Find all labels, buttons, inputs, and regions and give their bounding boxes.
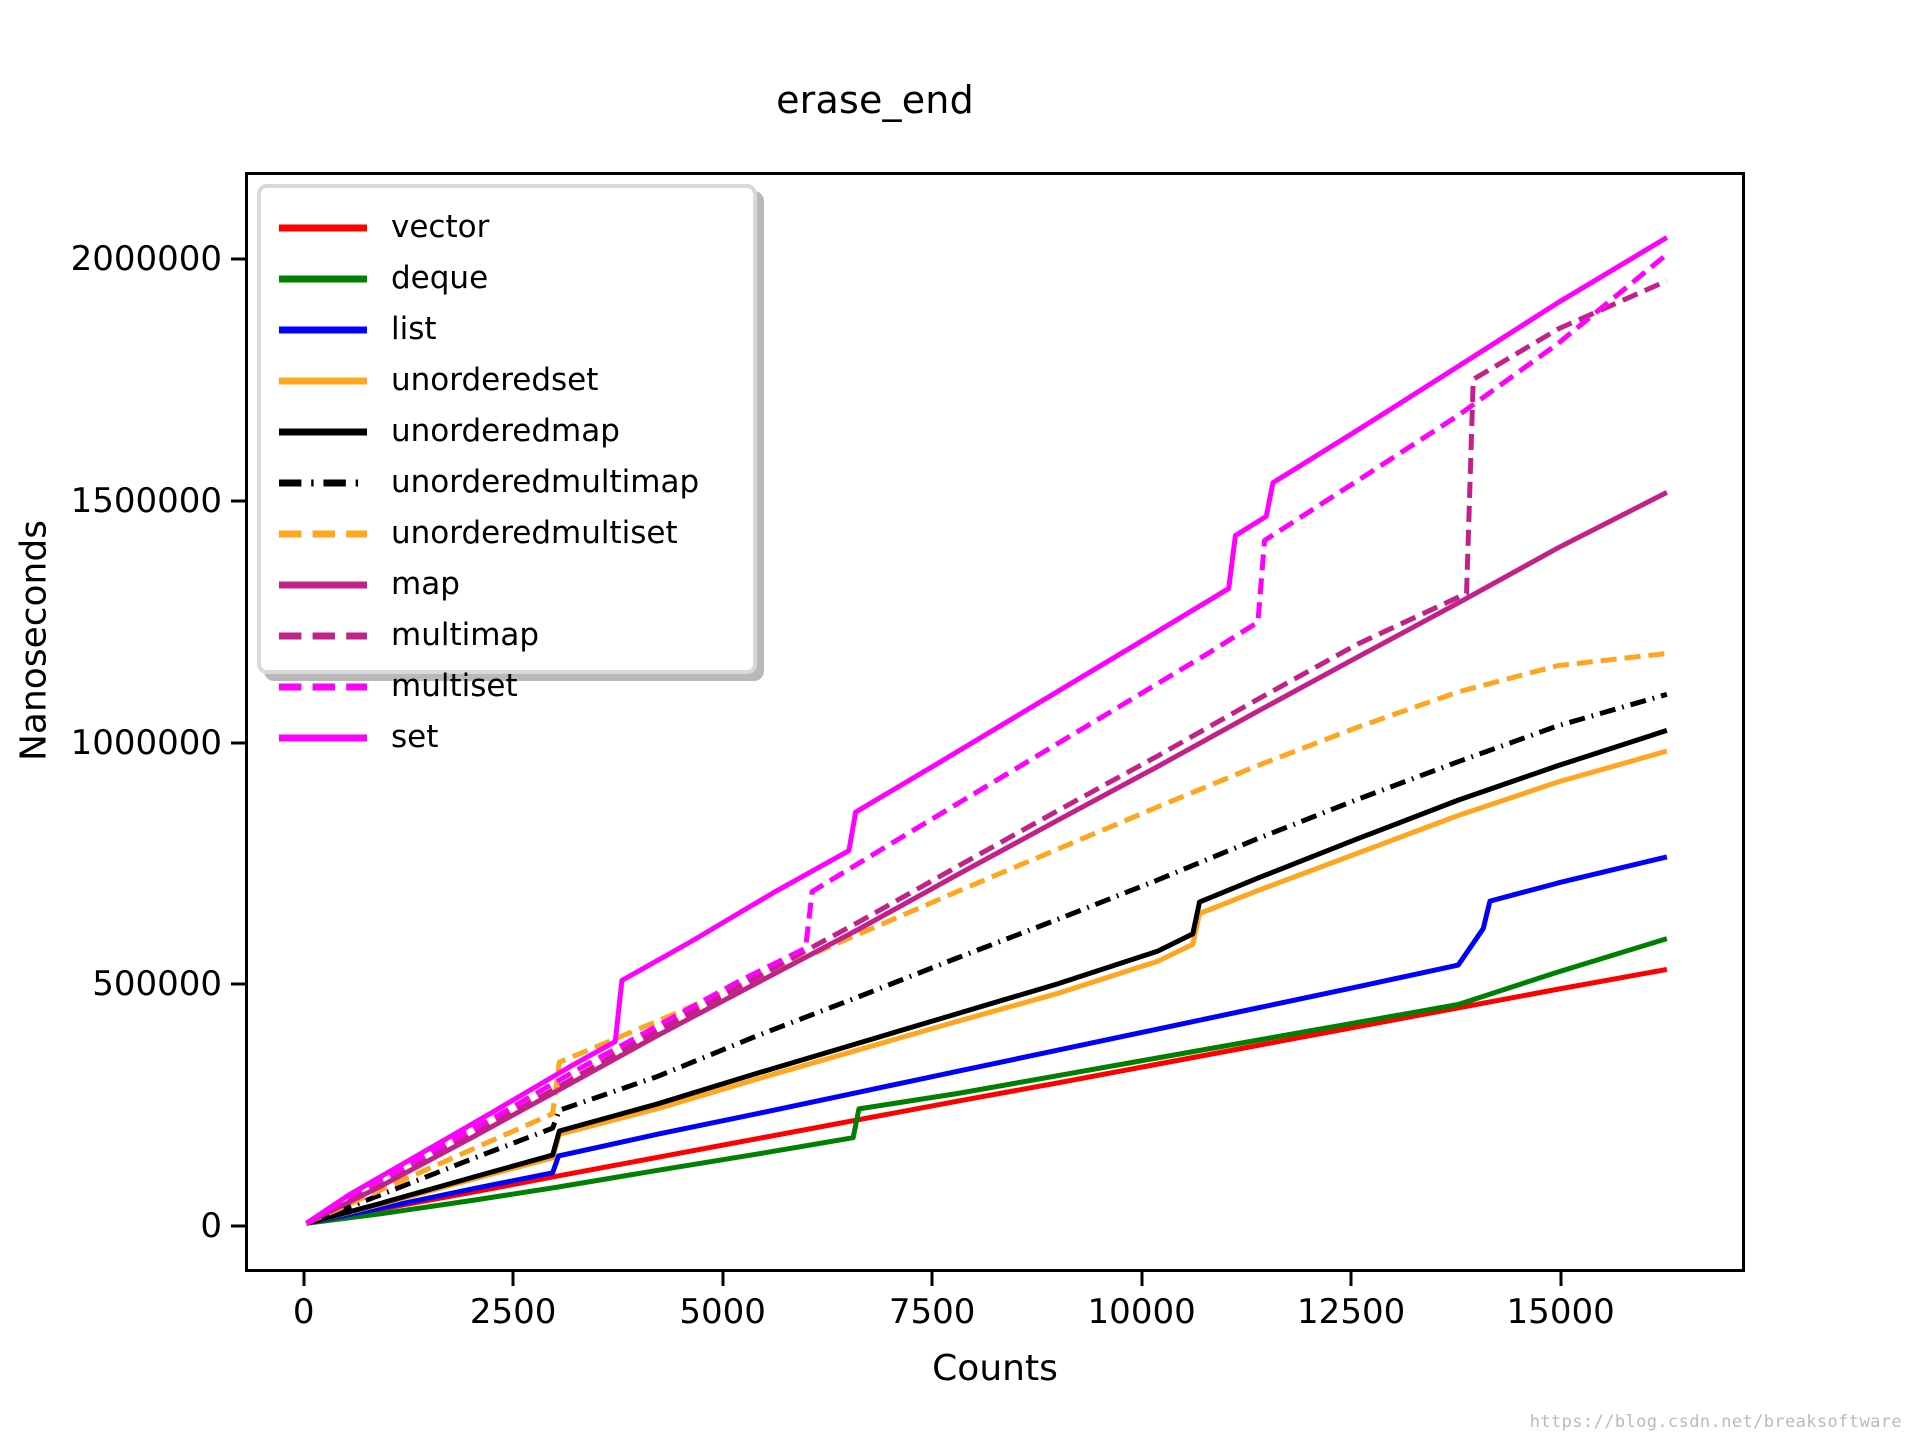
y-tick-mark (231, 982, 245, 986)
x-tick-label: 7500 (888, 1292, 976, 1332)
x-tick-mark (302, 1272, 306, 1286)
legend-label: vector (391, 209, 490, 245)
legend-swatch-multimap-icon (277, 621, 369, 651)
legend-swatch-unorderedset-icon (277, 366, 369, 396)
x-tick-label: 15000 (1506, 1292, 1615, 1332)
legend-swatch-set-icon (277, 723, 369, 753)
y-tick-mark (231, 499, 245, 503)
y-tick-mark (231, 741, 245, 745)
legend-label: set (391, 719, 439, 755)
x-tick-mark (721, 1272, 725, 1286)
legend-item-unorderedmultimap[interactable]: unorderedmultimap (261, 457, 753, 508)
x-tick-mark (1140, 1272, 1144, 1286)
x-tick-mark (1559, 1272, 1563, 1286)
y-tick-mark (231, 1224, 245, 1228)
y-tick-label: 1000000 (70, 722, 222, 763)
series-line-unorderedset (306, 751, 1666, 1223)
x-tick-label: 10000 (1087, 1292, 1196, 1332)
legend-item-unorderedset[interactable]: unorderedset (261, 355, 753, 406)
legend-item-map[interactable]: map (261, 559, 753, 610)
x-tick-mark (930, 1272, 934, 1286)
legend-swatch-unorderedmultiset-icon (277, 519, 369, 549)
x-tick-label: 2500 (469, 1292, 557, 1332)
legend-label: deque (391, 260, 489, 296)
legend-item-set[interactable]: set (261, 712, 753, 763)
y-axis-label: Nanoseconds (13, 520, 55, 761)
legend-item-unorderedmultiset[interactable]: unorderedmultiset (261, 508, 753, 559)
legend-swatch-vector-icon (277, 213, 369, 243)
y-tick-label: 500000 (92, 964, 222, 1005)
legend-item-list[interactable]: list (261, 304, 753, 355)
legend-item-deque[interactable]: deque (261, 253, 753, 304)
watermark-url: https://blog.csdn.net/breaksoftware (1529, 1412, 1902, 1432)
legend-label: unorderedmultimap (391, 464, 700, 500)
legend-label: map (391, 566, 460, 602)
legend-swatch-unorderedmap-icon (277, 417, 369, 447)
chart-legend[interactable]: vector deque list unorderedset unorderedmap u… (257, 184, 757, 753)
legend-item-vector[interactable]: vector (261, 202, 753, 253)
y-tick-label: 2000000 (70, 239, 222, 280)
legend-label: list (391, 311, 437, 347)
legend-swatch-map-icon (277, 570, 369, 600)
y-tick-mark (231, 257, 245, 261)
legend-label: unorderedmap (391, 413, 620, 449)
legend-swatch-deque-icon (277, 264, 369, 294)
x-tick-mark (1349, 1272, 1353, 1286)
legend-label: unorderedset (391, 362, 599, 398)
legend-label: unorderedmultiset (391, 515, 678, 551)
x-tick-label: 0 (292, 1292, 315, 1332)
legend-label: multiset (391, 668, 518, 704)
matplotlib-figure: erase_end Nanoseconds 0 500000 1000000 1500… (0, 0, 1920, 1440)
legend-swatch-multiset-icon (277, 672, 369, 702)
legend-swatch-unorderedmultimap-icon (277, 468, 369, 498)
legend-label: multimap (391, 617, 540, 653)
legend-item-multimap[interactable]: multimap (261, 610, 753, 661)
y-tick-label: 1500000 (70, 480, 222, 521)
x-tick-label: 5000 (679, 1292, 766, 1332)
page-title: erase_end (776, 78, 974, 122)
y-tick-label: 0 (200, 1206, 222, 1247)
legend-item-unorderedmap[interactable]: unorderedmap (261, 406, 753, 457)
x-axis-label: Counts (932, 1348, 1058, 1389)
legend-swatch-list-icon (277, 315, 369, 345)
series-line-unorderedmap (306, 730, 1666, 1223)
x-tick-label: 12500 (1297, 1292, 1406, 1332)
legend-item-multiset[interactable]: multiset (261, 661, 753, 712)
x-tick-mark (511, 1272, 515, 1286)
